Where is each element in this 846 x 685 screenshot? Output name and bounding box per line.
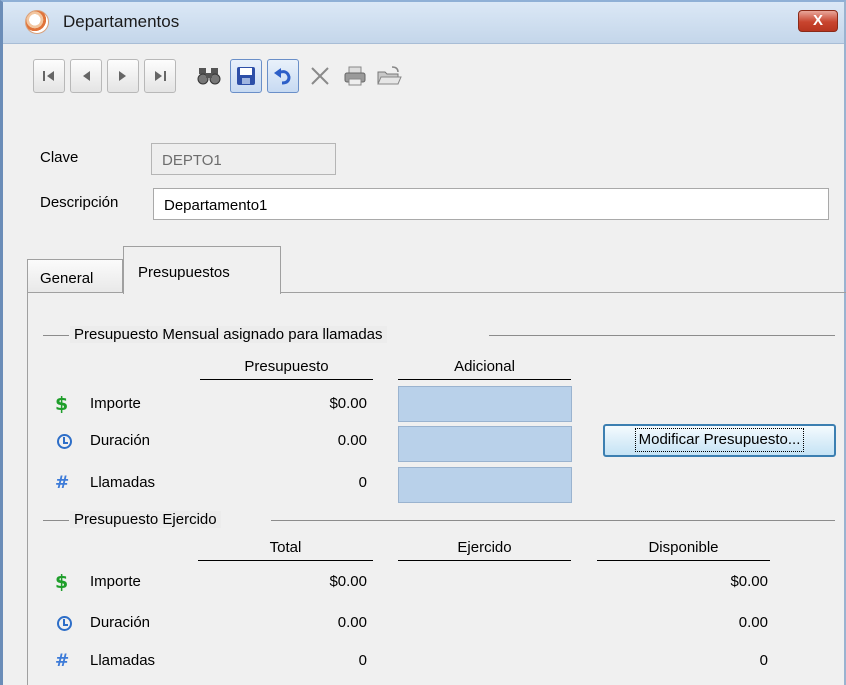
descripcion-field[interactable]: Departamento1	[153, 188, 829, 220]
hash-icon: #	[55, 651, 70, 671]
llamadas-disponible-value: 0	[759, 652, 768, 669]
open-folder-icon	[377, 66, 402, 85]
duracion-total-value: 0.00	[337, 614, 367, 631]
importe-disponible-value: $0.00	[730, 573, 768, 590]
llamadas-label: Llamadas	[90, 652, 156, 669]
ejercido-group-title: Presupuesto Ejercido	[70, 511, 221, 528]
ejercido-column-header: Ejercido	[398, 539, 571, 561]
dollar-icon: $	[55, 571, 69, 593]
printer-icon	[344, 66, 366, 86]
open-folder-button[interactable]	[373, 59, 405, 93]
llamadas-label: Llamadas	[90, 474, 156, 491]
clave-label: Clave	[40, 149, 79, 166]
window-title: Departamentos	[63, 12, 180, 31]
modificar-presupuesto-label: Modificar Presupuesto...	[634, 428, 805, 452]
last-record-icon	[155, 71, 166, 81]
first-record-icon	[43, 71, 54, 81]
presupuesto-column-header: Presupuesto	[200, 358, 373, 380]
clock-icon	[57, 616, 72, 631]
dollar-icon: $	[55, 393, 69, 415]
group-line	[271, 520, 835, 521]
modificar-presupuesto-button[interactable]: Modificar Presupuesto...	[603, 424, 836, 457]
print-button[interactable]	[339, 59, 371, 93]
descripcion-label: Descripción	[40, 194, 119, 211]
llamadas-total-value: 0	[358, 652, 367, 669]
save-disk-icon	[237, 67, 255, 85]
previous-record-button[interactable]	[70, 59, 102, 93]
disponible-column-header: Disponible	[597, 539, 770, 561]
importe-presupuesto-value: $0.00	[329, 395, 367, 412]
close-button[interactable]: X	[798, 10, 838, 32]
group-line	[43, 335, 69, 336]
importe-label: Importe	[90, 395, 141, 412]
next-record-button[interactable]	[107, 59, 139, 93]
duracion-label: Duración	[90, 614, 151, 631]
next-record-icon	[119, 71, 126, 81]
group-line	[489, 335, 835, 336]
importe-total-value: $0.00	[329, 573, 367, 590]
duracion-disponible-value: 0.00	[738, 614, 768, 631]
duracion-adicional-input[interactable]	[398, 426, 572, 462]
binoculars-icon	[197, 68, 221, 85]
departamentos-window: Departamentos X Clave DEPTO1 Descripción…	[0, 0, 846, 685]
llamadas-adicional-input[interactable]	[398, 467, 572, 503]
title-bar: Departamentos X	[3, 2, 844, 44]
importe-label: Importe	[90, 573, 141, 590]
duracion-label: Duración	[90, 432, 151, 449]
first-record-button[interactable]	[33, 59, 65, 93]
llamadas-presupuesto-value: 0	[358, 474, 367, 491]
undo-button[interactable]	[267, 59, 299, 93]
tab-presupuestos[interactable]: Presupuestos	[123, 246, 281, 294]
asignado-group-title: Presupuesto Mensual asignado para llamad…	[70, 326, 387, 343]
clave-field[interactable]: DEPTO1	[151, 143, 336, 175]
hash-icon: #	[55, 473, 70, 493]
app-logo-icon	[25, 10, 49, 34]
importe-adicional-input[interactable]	[398, 386, 572, 422]
previous-record-icon	[83, 71, 90, 81]
save-button[interactable]	[230, 59, 262, 93]
delete-x-icon	[311, 67, 329, 85]
find-button[interactable]	[193, 59, 225, 93]
undo-icon	[274, 68, 291, 85]
adicional-column-header: Adicional	[398, 358, 571, 380]
last-record-button[interactable]	[144, 59, 176, 93]
total-column-header: Total	[198, 539, 373, 561]
group-line	[43, 520, 69, 521]
duracion-presupuesto-value: 0.00	[337, 432, 367, 449]
tab-general[interactable]: General	[27, 259, 123, 293]
delete-button[interactable]	[304, 59, 336, 93]
clock-icon	[57, 434, 72, 449]
